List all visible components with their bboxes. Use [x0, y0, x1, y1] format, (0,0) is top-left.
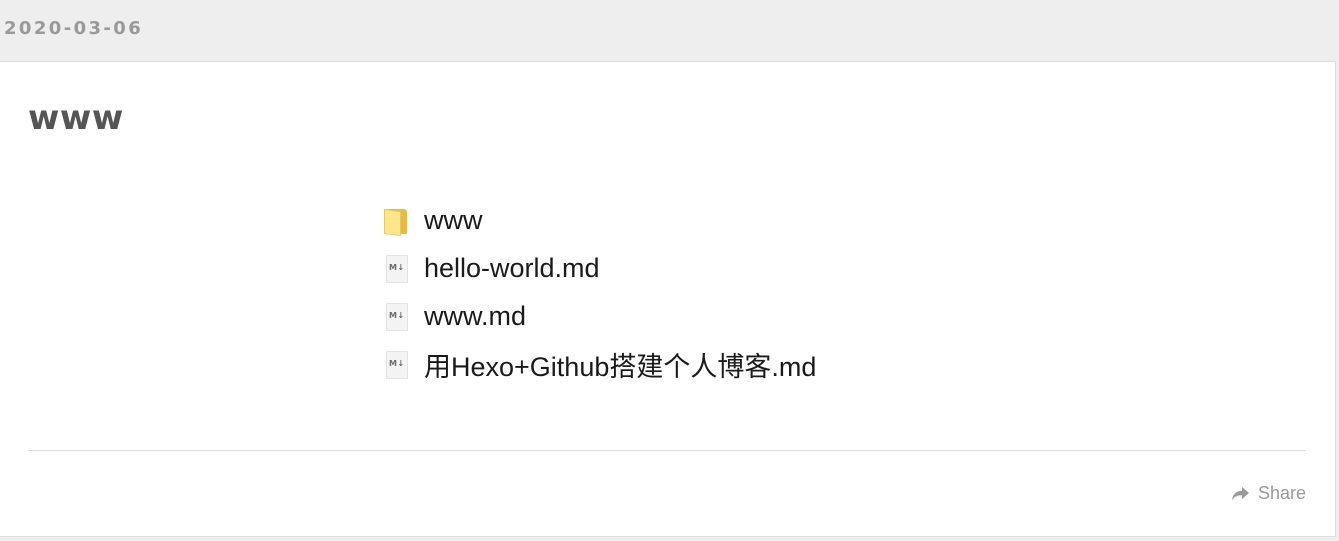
post-footer-divider — [28, 450, 1306, 451]
file-list-item: www — [384, 196, 944, 244]
file-name: 用Hexo+Github搭建个人博客.md — [424, 351, 817, 382]
page-bottom-edge — [0, 537, 1339, 541]
share-arrow-icon — [1231, 486, 1249, 500]
file-list: www M↓ hello-world.md M↓ www.md M↓ 用Hexo… — [384, 196, 944, 388]
file-list-item: M↓ 用Hexo+Github搭建个人博客.md — [384, 340, 944, 388]
share-button[interactable]: Share — [1231, 483, 1306, 504]
file-list-item: M↓ hello-world.md — [384, 244, 944, 292]
markdown-file-icon: M↓ — [384, 301, 408, 331]
post-date: 2020-03-06 — [4, 18, 144, 39]
post-date-bar: 2020-03-06 — [0, 0, 1339, 60]
post-card: www www M↓ hello-world.md M↓ www.md M↓ 用… — [0, 61, 1336, 537]
folder-icon — [384, 205, 408, 237]
markdown-file-icon: M↓ — [384, 253, 408, 283]
file-name: hello-world.md — [424, 252, 600, 283]
file-name: www — [424, 204, 483, 235]
post-title[interactable]: www — [28, 96, 124, 140]
markdown-file-icon: M↓ — [384, 349, 408, 379]
file-list-item: M↓ www.md — [384, 292, 944, 340]
file-name: www.md — [424, 300, 527, 331]
share-label: Share — [1257, 483, 1306, 503]
